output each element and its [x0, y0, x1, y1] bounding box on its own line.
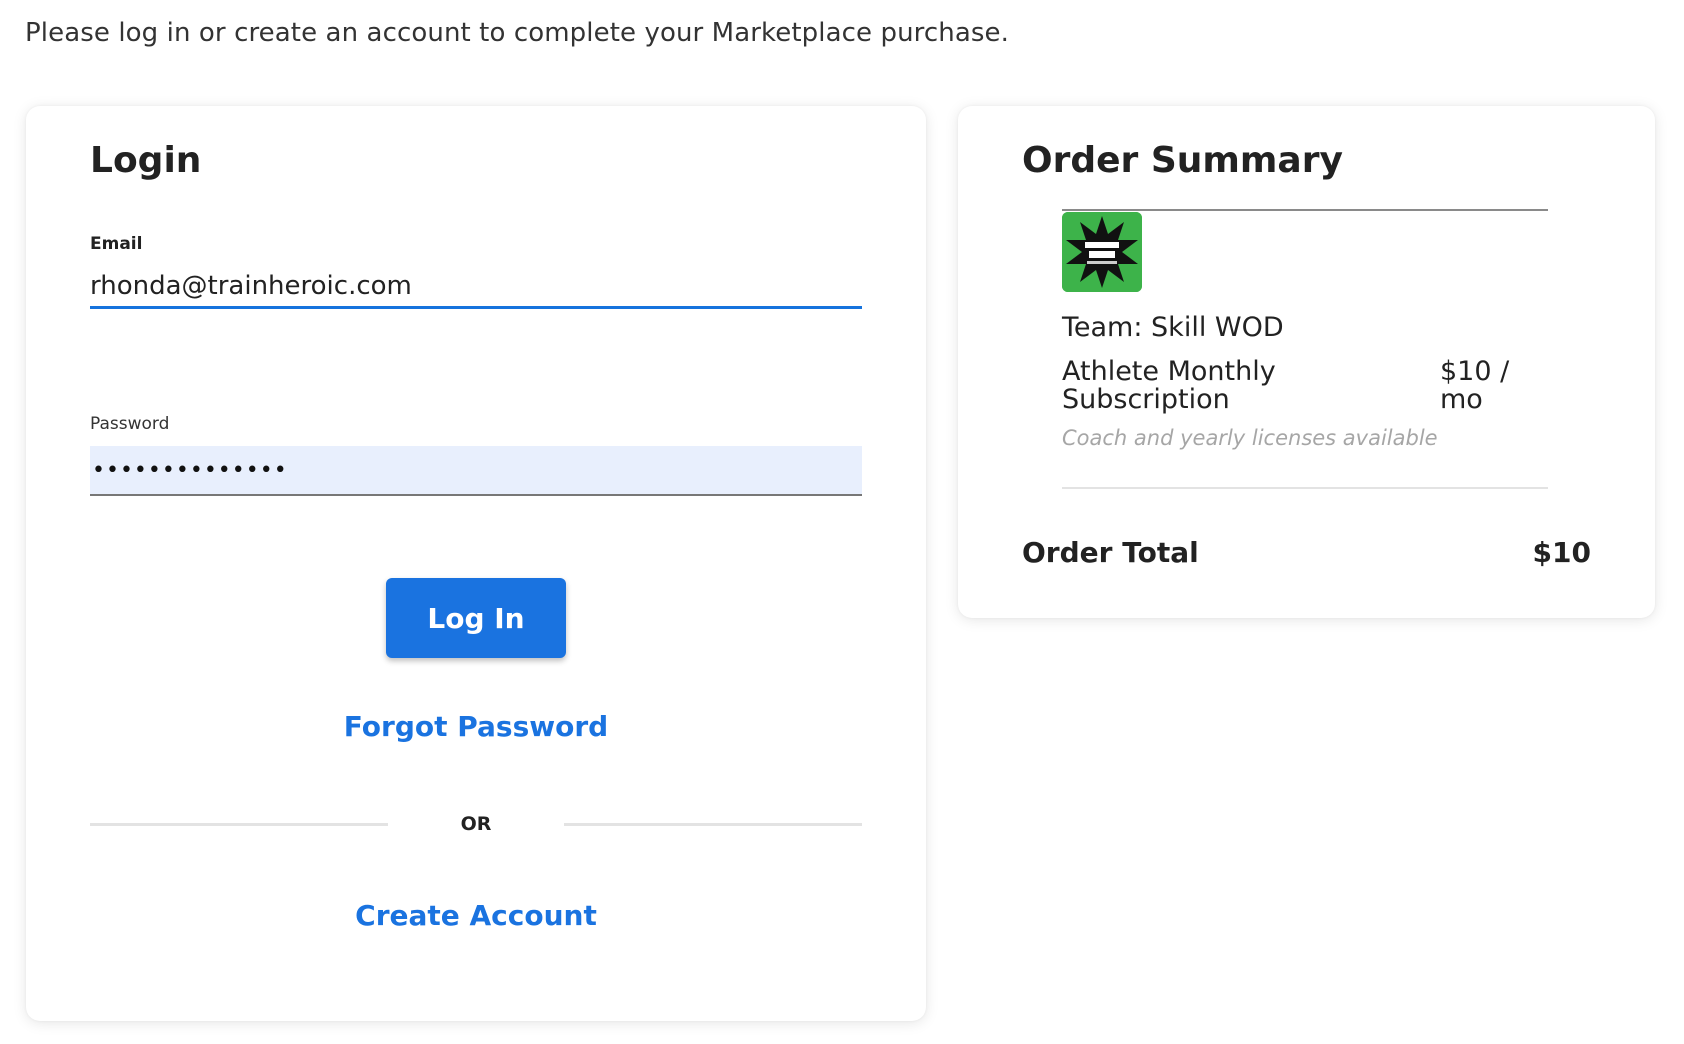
login-button[interactable]: Log In: [386, 578, 566, 658]
password-field[interactable]: [90, 446, 862, 496]
order-total-value: $10: [1532, 536, 1591, 569]
summary-bottom-divider: [1062, 487, 1548, 489]
order-summary-title: Order Summary: [1022, 140, 1343, 181]
or-divider-right: [564, 823, 862, 826]
login-title: Login: [90, 140, 202, 181]
forgot-password-link[interactable]: Forgot Password: [26, 710, 926, 743]
skill-wod-logo-icon: [1062, 212, 1142, 292]
licenses-note: Coach and yearly licenses available: [1062, 426, 1438, 450]
email-field[interactable]: [90, 266, 862, 309]
login-card: Login Email Password Log In Forgot Passw…: [26, 106, 926, 1021]
summary-top-divider: [1062, 209, 1548, 211]
create-account-link[interactable]: Create Account: [26, 899, 926, 932]
email-label: Email: [90, 234, 143, 254]
plan-price: $10 / mo: [1440, 356, 1510, 415]
order-summary-card: Order Summary Team: Skill WOD Athlete Mo…: [958, 106, 1655, 618]
order-total-label: Order Total: [1022, 536, 1199, 569]
intro-text: Please log in or create an account to co…: [25, 18, 1009, 48]
team-name: Team: Skill WOD: [1062, 312, 1284, 343]
plan-name: Athlete Monthly Subscription: [1062, 356, 1276, 415]
password-label: Password: [90, 414, 170, 434]
